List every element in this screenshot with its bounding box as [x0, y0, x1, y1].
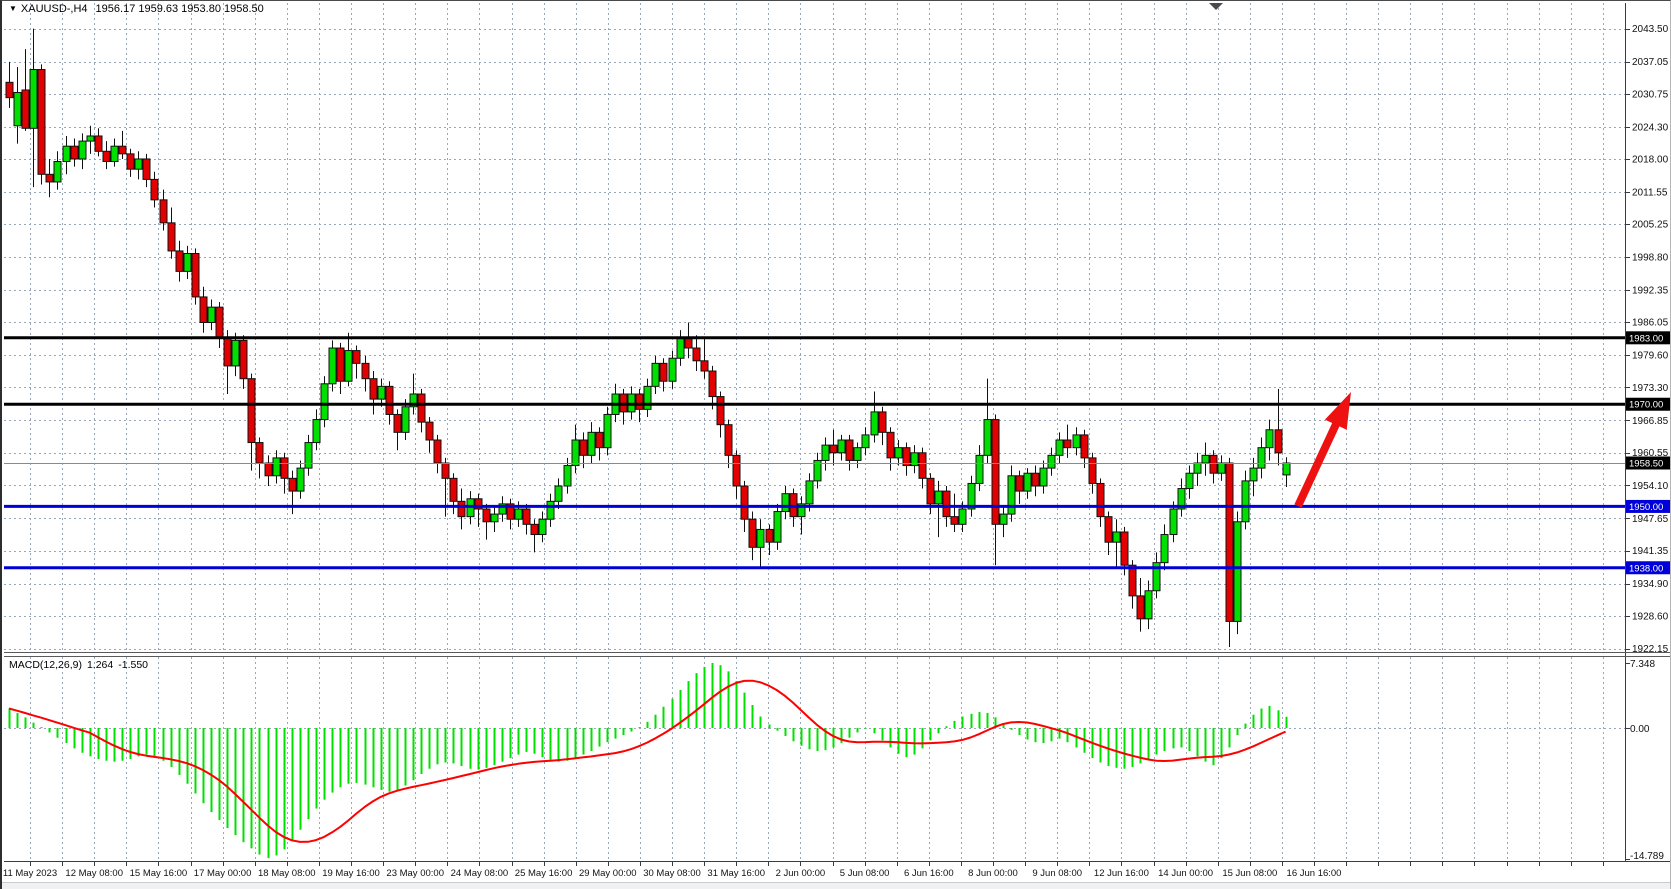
svg-text:14 Jun 00:00: 14 Jun 00:00 [1158, 868, 1213, 879]
svg-text:1979.60: 1979.60 [1632, 351, 1669, 362]
symbol-period-label: XAUUSD-,H4 [21, 3, 88, 15]
svg-text:0.00: 0.00 [1630, 724, 1650, 735]
svg-text:-14.789: -14.789 [1630, 851, 1664, 862]
svg-text:15 May 16:00: 15 May 16:00 [130, 868, 188, 879]
svg-text:12 May 08:00: 12 May 08:00 [65, 868, 123, 879]
svg-text:11 May 2023: 11 May 2023 [3, 868, 57, 879]
svg-text:18 May 08:00: 18 May 08:00 [258, 868, 316, 879]
chart-canvas[interactable]: 2043.50 2037.05 2030.75 2024.30 2018.00 2011.… [2, 1, 1671, 889]
svg-text:2018.00: 2018.00 [1632, 154, 1669, 165]
price-axis[interactable]: 2043.50 2037.05 2030.75 2024.30 2018.00 2011.… [1625, 24, 1671, 862]
svg-text:1928.60: 1928.60 [1632, 611, 1669, 622]
svg-text:1954.10: 1954.10 [1632, 481, 1669, 492]
svg-text:1950.00: 1950.00 [1629, 502, 1663, 513]
svg-text:2 Jun 00:00: 2 Jun 00:00 [776, 868, 826, 879]
svg-text:30 May 08:00: 30 May 08:00 [643, 868, 701, 879]
svg-text:1966.85: 1966.85 [1632, 416, 1669, 427]
svg-text:1998.80: 1998.80 [1632, 253, 1669, 264]
svg-text:1934.90: 1934.90 [1632, 579, 1669, 590]
macd-main-value: 1.264 [87, 659, 113, 671]
macd-signal-value: -1.550 [118, 659, 148, 671]
ohlc-readout: 1956.17 1959.63 1953.80 1958.50 [96, 3, 264, 15]
macd-indicator-label: MACD(12,26,9) 1.264 -1.550 [9, 659, 153, 671]
window-bottom-edge [2, 882, 1671, 889]
svg-text:9 Jun 08:00: 9 Jun 08:00 [1032, 868, 1082, 879]
svg-text:2043.50: 2043.50 [1632, 24, 1669, 35]
svg-text:1958.50: 1958.50 [1629, 459, 1663, 470]
macd-histogram [10, 663, 1287, 858]
svg-text:5 Jun 08:00: 5 Jun 08:00 [840, 868, 890, 879]
svg-text:2005.25: 2005.25 [1632, 220, 1669, 231]
svg-text:1922.15: 1922.15 [1632, 644, 1669, 655]
svg-text:1992.35: 1992.35 [1632, 286, 1669, 297]
svg-text:24 May 08:00: 24 May 08:00 [451, 868, 509, 879]
svg-text:2037.05: 2037.05 [1632, 57, 1669, 68]
svg-text:25 May 16:00: 25 May 16:00 [515, 868, 573, 879]
svg-text:2011.55: 2011.55 [1632, 187, 1668, 198]
svg-text:19 May 16:00: 19 May 16:00 [322, 868, 380, 879]
svg-text:7.348: 7.348 [1630, 659, 1655, 670]
svg-text:23 May 00:00: 23 May 00:00 [386, 868, 444, 879]
trend-arrow-annotation[interactable] [1298, 392, 1351, 506]
time-axis[interactable]: 11 May 2023 12 May 08:00 15 May 16:00 17 Ma… [3, 862, 1604, 879]
svg-text:1973.30: 1973.30 [1632, 383, 1669, 394]
chart-shift-marker[interactable] [1209, 3, 1223, 10]
svg-text:1986.05: 1986.05 [1632, 318, 1669, 329]
svg-text:29 May 00:00: 29 May 00:00 [579, 868, 637, 879]
svg-text:1938.00: 1938.00 [1629, 563, 1663, 574]
grid-lines [4, 3, 1625, 861]
svg-text:1941.35: 1941.35 [1632, 546, 1669, 557]
symbol-dropdown-icon[interactable]: ▼ [9, 4, 17, 13]
svg-text:17 May 00:00: 17 May 00:00 [194, 868, 252, 879]
svg-text:2030.75: 2030.75 [1632, 89, 1669, 100]
svg-text:2024.30: 2024.30 [1632, 122, 1669, 133]
chart-title[interactable]: ▼ XAUUSD-,H4 1956.17 1959.63 1953.80 1958.… [9, 3, 264, 15]
svg-text:6 Jun 16:00: 6 Jun 16:00 [904, 868, 954, 879]
svg-text:12 Jun 16:00: 12 Jun 16:00 [1094, 868, 1149, 879]
chart-window: ▼ XAUUSD-,H4 1956.17 1959.63 1953.80 1958.… [0, 0, 1671, 889]
svg-text:15 Jun 08:00: 15 Jun 08:00 [1222, 868, 1277, 879]
macd-name: MACD(12,26,9) [9, 659, 82, 671]
macd-signal-line [9, 681, 1286, 842]
svg-text:16 Jun 16:00: 16 Jun 16:00 [1287, 868, 1342, 879]
svg-text:1983.00: 1983.00 [1629, 333, 1663, 344]
svg-text:1947.65: 1947.65 [1632, 514, 1669, 525]
svg-text:31 May 16:00: 31 May 16:00 [707, 868, 765, 879]
svg-text:8 Jun 00:00: 8 Jun 00:00 [968, 868, 1018, 879]
svg-text:1970.00: 1970.00 [1629, 400, 1663, 411]
